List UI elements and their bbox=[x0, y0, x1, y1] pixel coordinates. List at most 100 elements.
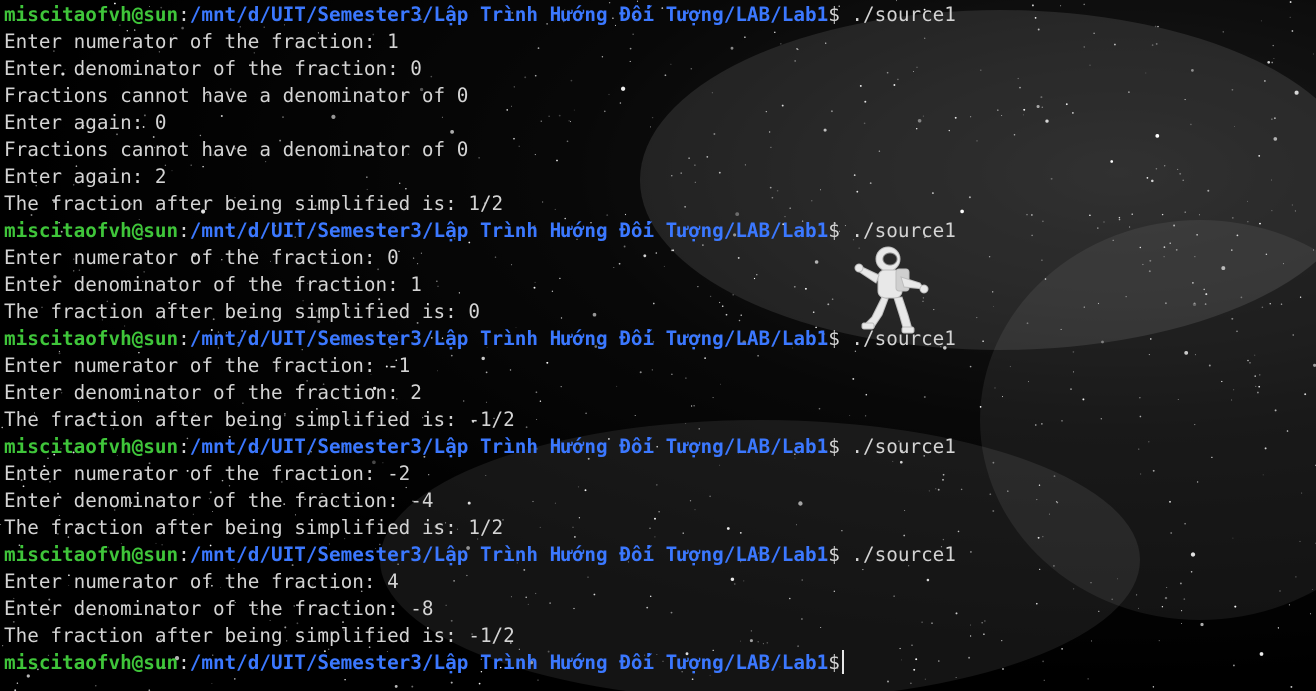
star bbox=[1204, 303, 1207, 305]
star bbox=[394, 684, 398, 688]
star bbox=[478, 682, 481, 685]
star bbox=[1279, 590, 1281, 592]
star bbox=[1097, 302, 1100, 305]
star bbox=[1282, 263, 1284, 265]
star bbox=[1139, 397, 1141, 399]
star bbox=[1194, 424, 1196, 426]
star bbox=[1145, 72, 1147, 74]
star bbox=[1072, 588, 1075, 590]
star bbox=[1118, 218, 1121, 221]
star bbox=[1044, 278, 1047, 280]
star bbox=[1048, 513, 1050, 515]
star bbox=[1181, 610, 1183, 612]
star bbox=[1291, 204, 1293, 206]
star bbox=[411, 685, 414, 688]
prompt-user: miscitaofvh@sun bbox=[4, 435, 179, 458]
star bbox=[992, 291, 994, 293]
terminal-window[interactable]: miscitaofvh@sun:/mnt/d/UIT/Semester3/Lập… bbox=[0, 0, 1316, 691]
star bbox=[1041, 106, 1044, 109]
star bbox=[1262, 474, 1264, 476]
prompt-path: /mnt/d/UIT/Semester3/Lập Trình Hướng Đối… bbox=[189, 435, 829, 458]
star bbox=[1155, 134, 1160, 138]
star bbox=[1154, 25, 1157, 28]
star bbox=[1037, 536, 1040, 539]
star bbox=[1031, 4, 1034, 7]
star bbox=[969, 635, 972, 637]
star bbox=[1179, 582, 1182, 585]
output-line: Enter denominator of the fraction: -8 bbox=[4, 597, 434, 620]
star bbox=[1038, 484, 1041, 486]
star bbox=[1261, 306, 1264, 309]
star bbox=[1255, 385, 1257, 387]
star bbox=[1196, 234, 1198, 236]
star bbox=[1190, 571, 1193, 573]
prompt-line: miscitaofvh@sun:/mnt/d/UIT/Semester3/Lập… bbox=[4, 433, 956, 460]
star bbox=[1272, 44, 1274, 47]
star bbox=[1152, 686, 1155, 688]
star bbox=[970, 624, 972, 626]
star bbox=[981, 622, 983, 624]
star bbox=[344, 678, 346, 681]
prompt-user: miscitaofvh@sun bbox=[4, 327, 179, 350]
star bbox=[1090, 582, 1092, 584]
star bbox=[1036, 602, 1038, 605]
output-line: Fractions cannot have a denominator of 0 bbox=[4, 138, 469, 161]
text-cursor[interactable] bbox=[841, 650, 844, 674]
prompt-path: /mnt/d/UIT/Semester3/Lập Trình Hướng Đối… bbox=[189, 3, 829, 26]
star bbox=[969, 550, 972, 553]
star bbox=[1031, 214, 1033, 216]
star bbox=[1026, 322, 1029, 325]
star bbox=[537, 679, 539, 681]
star bbox=[1294, 90, 1299, 95]
star bbox=[1179, 172, 1182, 175]
star bbox=[1200, 622, 1204, 627]
star bbox=[969, 365, 972, 368]
star bbox=[1072, 351, 1075, 353]
star bbox=[992, 461, 995, 464]
command-text: ./source1 bbox=[839, 3, 956, 26]
star bbox=[450, 681, 453, 684]
star bbox=[1151, 44, 1154, 46]
star bbox=[1097, 227, 1099, 229]
star bbox=[1304, 393, 1307, 396]
star bbox=[1100, 418, 1102, 420]
output-line: Enter denominator of the fraction: -4 bbox=[4, 489, 434, 512]
output-line: Enter again: 0 bbox=[4, 111, 167, 134]
star bbox=[1289, 16, 1291, 18]
star bbox=[1037, 28, 1040, 31]
star bbox=[887, 680, 889, 683]
star bbox=[910, 682, 912, 685]
star bbox=[1270, 179, 1272, 181]
star bbox=[1207, 189, 1210, 192]
prompt-separator: : bbox=[178, 3, 190, 26]
star bbox=[1203, 288, 1205, 291]
terminal-output: miscitaofvh@sun:/mnt/d/UIT/Semester3/Lập… bbox=[4, 1, 956, 676]
star bbox=[1041, 423, 1043, 425]
star bbox=[1260, 20, 1262, 22]
star bbox=[1292, 334, 1294, 336]
star bbox=[1036, 499, 1038, 501]
star bbox=[1060, 328, 1062, 330]
star bbox=[1128, 91, 1130, 93]
star bbox=[1273, 57, 1275, 60]
star bbox=[1070, 388, 1072, 390]
star bbox=[1118, 216, 1121, 219]
star bbox=[1240, 296, 1243, 299]
star bbox=[1009, 365, 1012, 368]
star bbox=[1089, 214, 1091, 217]
star bbox=[1290, 685, 1293, 688]
star bbox=[1271, 61, 1274, 64]
prompt-line: miscitaofvh@sun:/mnt/d/UIT/Semester3/Lập… bbox=[4, 325, 956, 352]
command-text: ./source1 bbox=[839, 219, 956, 242]
prompt-symbol: $ bbox=[828, 435, 840, 458]
prompt-path: /mnt/d/UIT/Semester3/Lập Trình Hướng Đối… bbox=[189, 543, 829, 566]
prompt-separator: : bbox=[178, 435, 190, 458]
star bbox=[1164, 596, 1168, 600]
star bbox=[1259, 374, 1261, 376]
star bbox=[1184, 211, 1186, 213]
prompt-line: miscitaofvh@sun:/mnt/d/UIT/Semester3/Lập… bbox=[4, 541, 956, 568]
star bbox=[1110, 160, 1114, 163]
prompt-path: /mnt/d/UIT/Semester3/Lập Trình Hướng Đối… bbox=[189, 219, 829, 242]
star bbox=[1136, 594, 1138, 596]
star bbox=[968, 196, 971, 199]
